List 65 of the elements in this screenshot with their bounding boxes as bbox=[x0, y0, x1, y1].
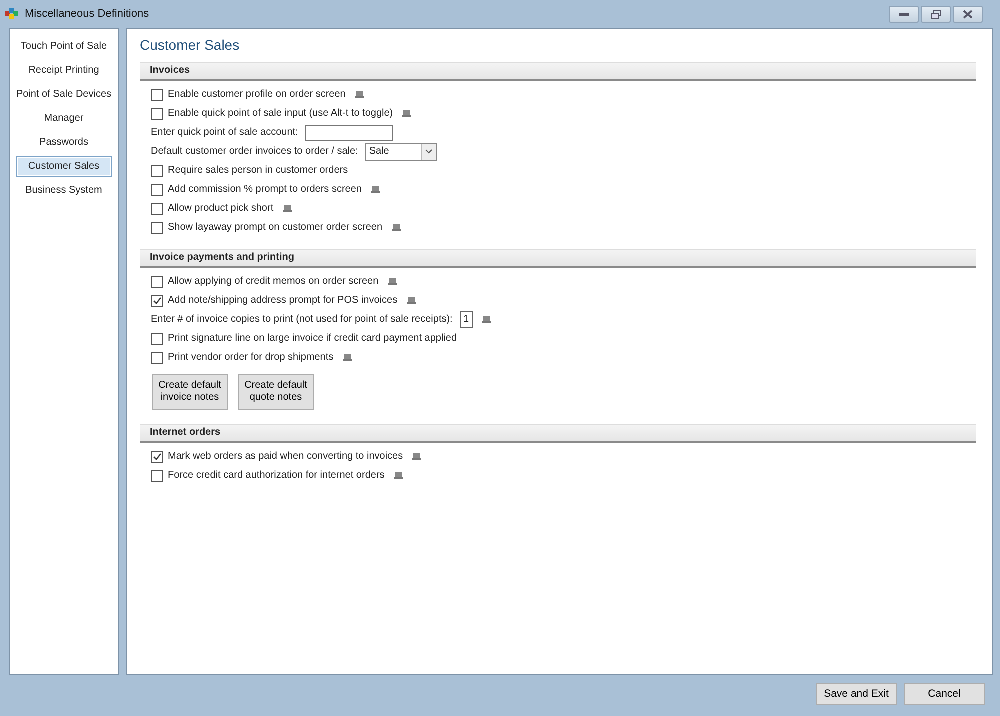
minimize-button[interactable] bbox=[889, 6, 919, 22]
sidebar-item[interactable]: Point of Sale Devices bbox=[16, 84, 112, 105]
sidebar-item[interactable]: Touch Point of Sale bbox=[16, 36, 112, 57]
monitor-icon[interactable] bbox=[406, 297, 416, 304]
checkbox[interactable] bbox=[151, 222, 163, 234]
create-notes-button[interactable]: Create default invoice notes bbox=[152, 374, 228, 410]
section-header: Internet orders bbox=[140, 424, 976, 443]
monitor-icon[interactable] bbox=[392, 224, 401, 231]
checkbox-label: Mark web orders as paid when converting to invoices bbox=[168, 451, 404, 462]
monitor-icon[interactable] bbox=[354, 91, 364, 98]
monitor-icon[interactable] bbox=[412, 453, 422, 460]
monitor-icon[interactable] bbox=[282, 205, 292, 212]
monitor-icon[interactable] bbox=[394, 472, 403, 479]
monitor-icon[interactable] bbox=[342, 354, 352, 361]
checkbox-label: Enable quick point of sale input (use Alt-t to toggle) bbox=[168, 108, 394, 119]
create-notes-button[interactable]: Create default quote notes bbox=[238, 374, 314, 410]
checkbox[interactable] bbox=[151, 202, 163, 214]
checkbox[interactable] bbox=[151, 470, 163, 482]
restore-button[interactable] bbox=[921, 6, 951, 22]
checkbox[interactable] bbox=[151, 294, 163, 306]
close-icon bbox=[963, 10, 973, 18]
checkbox-label: Show layaway prompt on customer order screen bbox=[168, 222, 383, 233]
checkbox-label: Allow product pick short bbox=[168, 203, 274, 214]
page-title: Customer Sales bbox=[140, 37, 241, 53]
checkbox[interactable] bbox=[151, 108, 163, 120]
checkbox[interactable] bbox=[151, 276, 163, 288]
field-label: Enter # of invoice copies to print (not used for point of sale receipts): bbox=[151, 314, 453, 325]
checkbox[interactable] bbox=[151, 450, 163, 462]
checkbox[interactable] bbox=[151, 164, 163, 176]
sidebar-item[interactable]: Business System bbox=[16, 180, 112, 201]
checkbox[interactable] bbox=[151, 352, 163, 364]
checkbox-label: Allow applying of credit memos on order screen bbox=[168, 276, 379, 287]
sidebar-item[interactable]: Receipt Printing bbox=[16, 60, 112, 81]
chevron-down-icon bbox=[425, 149, 434, 154]
app-logo-icon bbox=[5, 8, 19, 20]
sidebar-item[interactable]: Manager bbox=[16, 108, 112, 129]
section-header: Invoices bbox=[140, 62, 976, 81]
close-button[interactable] bbox=[953, 6, 983, 22]
sidebar-item[interactable]: Passwords bbox=[16, 132, 112, 153]
restore-icon bbox=[930, 10, 942, 18]
field-label: Default customer order invoices to order / sale: bbox=[151, 146, 358, 157]
checkbox-label: Enable customer profile on order screen bbox=[168, 89, 346, 100]
window-title: Miscellaneous Definitions bbox=[25, 8, 150, 20]
sidebar-item[interactable]: Customer Sales bbox=[16, 156, 112, 177]
checkbox-label: Add note/shipping address prompt for POS invoices bbox=[168, 295, 398, 306]
footer-button[interactable]: Cancel bbox=[904, 682, 985, 704]
checkbox-label: Require sales person in customer orders bbox=[168, 165, 348, 176]
checkbox-label: Print vendor order for drop shipments bbox=[168, 352, 334, 363]
monitor-icon[interactable] bbox=[482, 316, 491, 323]
checkbox[interactable] bbox=[151, 88, 163, 100]
section-header: Invoice payments and printing bbox=[140, 249, 976, 268]
checkbox-label: Print signature line on large invoice if credit card payment applied bbox=[168, 333, 458, 344]
monitor-icon[interactable] bbox=[388, 278, 397, 285]
minimize-icon bbox=[899, 12, 909, 16]
footer-button[interactable]: Save and Exit bbox=[816, 682, 897, 704]
account-field[interactable] bbox=[305, 124, 394, 140]
monitor-icon[interactable] bbox=[402, 110, 412, 117]
monitor-icon[interactable] bbox=[370, 186, 380, 193]
checkbox[interactable] bbox=[151, 184, 163, 196]
checkbox[interactable] bbox=[151, 332, 163, 344]
checkbox-label: Force credit card authorization for internet orders bbox=[168, 470, 385, 481]
checkbox-label: Add commission % prompt to orders screen bbox=[168, 184, 362, 195]
field-label: Enter quick point of sale account: bbox=[151, 127, 298, 138]
copies-field[interactable]: 1 bbox=[460, 311, 473, 328]
sale-dropdown[interactable]: Sale bbox=[365, 142, 438, 160]
